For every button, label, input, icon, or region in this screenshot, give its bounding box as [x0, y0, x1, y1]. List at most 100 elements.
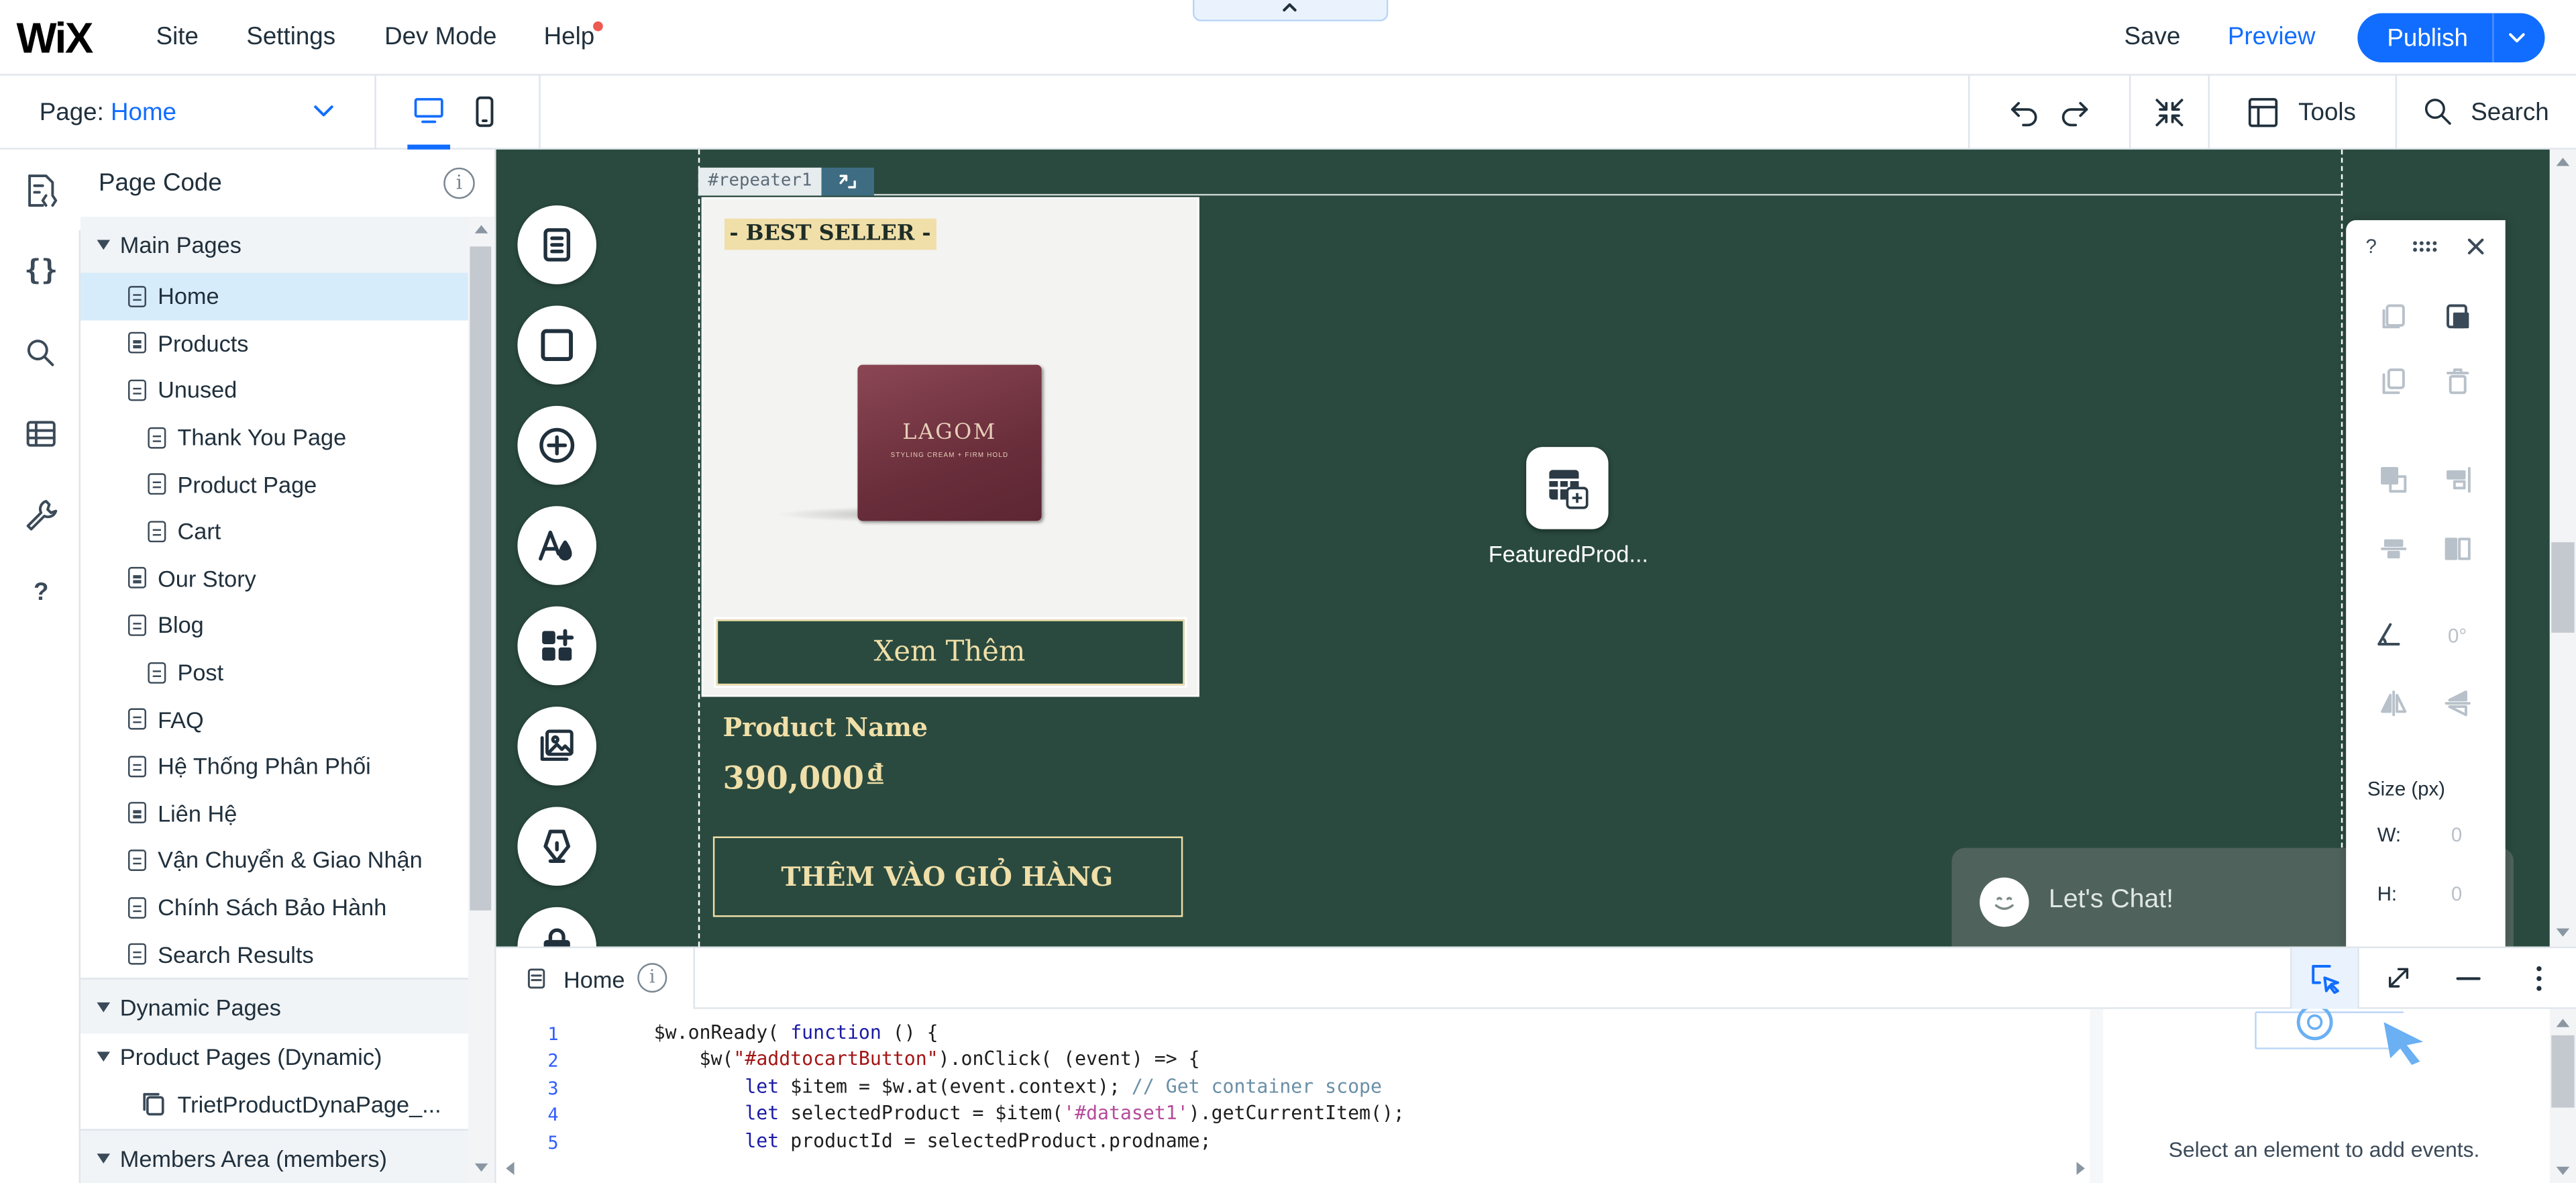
page-item[interactable]: Product Page [80, 461, 468, 508]
preview-button[interactable]: Preview [2228, 23, 2316, 51]
search-button[interactable]: Search [2423, 95, 2555, 132]
page-item[interactable]: Post [80, 649, 468, 696]
distribute-icon[interactable] [2379, 534, 2408, 564]
width-input[interactable]: 0 [2451, 823, 2462, 846]
background-button[interactable] [517, 305, 596, 385]
page-item[interactable]: Thank You Page [80, 414, 468, 461]
repeater-connect-icon[interactable] [822, 167, 875, 196]
database-icon[interactable] [23, 416, 59, 452]
app-market-button[interactable] [517, 606, 596, 686]
theme-manager-button[interactable] [517, 506, 596, 585]
product-image-card[interactable]: - BEST SELLER - LAGOM STYLING CREAM + FI… [701, 197, 1199, 697]
mobile-view-button[interactable] [470, 76, 499, 150]
blog-button[interactable] [517, 807, 596, 886]
code-braces-icon[interactable]: {} [23, 253, 59, 289]
page-item[interactable]: Our Story [80, 555, 468, 602]
add-element-button[interactable] [517, 405, 596, 485]
undo-icon[interactable] [2009, 97, 2041, 128]
page-item[interactable]: Hệ Thống Phân Phối [80, 743, 468, 790]
page-item[interactable]: FAQ [80, 696, 468, 743]
copy-icon[interactable] [2379, 301, 2408, 330]
code-hscroll-left-arrow[interactable] [506, 1162, 515, 1176]
delete-icon[interactable] [2443, 366, 2473, 396]
align-right-icon[interactable] [2443, 465, 2473, 495]
flip-horizontal-icon[interactable] [2379, 688, 2408, 718]
chevron-down-icon[interactable] [2507, 32, 2526, 45]
expand-icon[interactable] [2387, 966, 2410, 989]
help-question-icon[interactable]: ? [23, 575, 59, 611]
dataset-element[interactable] [1526, 447, 1609, 529]
scroll-down-arrow[interactable] [2556, 1166, 2570, 1176]
desktop-view-button[interactable] [407, 76, 451, 150]
scroll-down-arrow[interactable] [2556, 928, 2570, 937]
scroll-thumb[interactable] [2551, 1035, 2575, 1108]
menu-settings[interactable]: Settings [246, 23, 335, 51]
subsection-product-pages-dynamic[interactable]: Product Pages (Dynamic) [80, 1033, 468, 1080]
code-editor[interactable]: 1 2 3 4 5 $w.onReady( function () { $w("… [496, 1009, 2576, 1183]
collapse-topbar-tab[interactable] [1192, 0, 1389, 21]
page-item[interactable]: Home [80, 272, 468, 320]
wix-logo[interactable]: WiX [16, 13, 93, 64]
save-button[interactable]: Save [2125, 23, 2181, 51]
scroll-up-arrow[interactable] [474, 225, 488, 234]
page-item[interactable]: Vận Chuyển & Giao Nhận [80, 837, 468, 884]
flip-vertical-icon[interactable] [2443, 688, 2473, 718]
scroll-down-arrow[interactable] [474, 1163, 488, 1172]
menu-help[interactable]: Help [544, 23, 595, 51]
product-box-brand: LAGOM [902, 420, 997, 446]
help-icon[interactable]: ? [2366, 235, 2377, 258]
match-size-icon[interactable] [2443, 534, 2473, 564]
arrange-forward-icon[interactable] [2379, 465, 2408, 495]
page-item[interactable]: Blog [80, 602, 468, 649]
page-selector[interactable]: Page: Home [40, 99, 339, 132]
tools-button[interactable]: Tools [2247, 95, 2379, 132]
scroll-up-arrow[interactable] [2556, 158, 2570, 166]
paste-icon[interactable] [2443, 301, 2473, 330]
menu-site[interactable]: Site [156, 23, 199, 51]
publish-button[interactable]: Publish [2387, 25, 2467, 53]
rotation-value[interactable]: 0° [2448, 625, 2467, 648]
xem-them-button[interactable]: Xem Thêm [716, 619, 1185, 686]
canvas-scrollbar[interactable] [2549, 149, 2576, 947]
code-vscroll[interactable] [2549, 1009, 2576, 1183]
code-tab-info-icon[interactable]: i [637, 963, 667, 993]
pages-scrollbar[interactable] [468, 217, 495, 1183]
code-tab-home[interactable]: Home i [496, 948, 695, 1009]
page-item[interactable]: Chính Sách Bảo Hành [80, 884, 468, 931]
dataset-icon [1549, 470, 1589, 509]
height-input[interactable]: 0 [2451, 882, 2462, 905]
scroll-up-arrow[interactable] [2556, 1019, 2570, 1027]
duplicate-icon[interactable] [2379, 366, 2408, 396]
close-icon[interactable] [2467, 238, 2484, 255]
zoom-out-icon[interactable] [2154, 97, 2186, 128]
editor-canvas[interactable]: #repeater1 - BEST SELLER - LAGOM STYLING… [496, 149, 2550, 947]
page-item-triet-product-dyna[interactable]: TrietProductDynaPage_... [80, 1080, 468, 1129]
search-code-icon[interactable] [23, 336, 59, 372]
code-panel-more-icon[interactable] [2536, 966, 2543, 992]
properties-panel-toggle[interactable] [2290, 948, 2359, 1009]
section-main-pages[interactable]: Main Pages [80, 217, 468, 273]
code-hscroll-right-arrow[interactable] [2076, 1162, 2085, 1176]
panel-info-icon[interactable]: i [443, 167, 475, 199]
page-item[interactable]: Products [80, 320, 468, 367]
section-dynamic-pages[interactable]: Dynamic Pages [80, 978, 468, 1034]
menu-dev-mode[interactable]: Dev Mode [384, 23, 496, 51]
add-to-cart-button[interactable]: THÊM VÀO GIỎ HÀNG [712, 836, 1183, 917]
minimize-icon[interactable] [2456, 966, 2481, 991]
repeater-tag[interactable]: #repeater1 [698, 167, 875, 196]
scroll-thumb[interactable] [2551, 542, 2575, 633]
wrench-icon[interactable] [23, 497, 59, 533]
store-button[interactable] [517, 907, 596, 947]
media-button[interactable] [517, 707, 596, 786]
page-item[interactable]: Liên Hệ [80, 790, 468, 837]
page-item[interactable]: Search Results [80, 931, 468, 978]
pages-menu-button[interactable] [517, 205, 596, 285]
drag-handle-icon[interactable] [2412, 240, 2438, 254]
page-item[interactable]: Cart [80, 508, 468, 555]
redo-icon[interactable] [2059, 97, 2090, 128]
page-code-icon[interactable] [23, 172, 59, 209]
scroll-thumb[interactable] [470, 246, 492, 911]
page-item[interactable]: Unused [80, 367, 468, 414]
section-members-area[interactable]: Members Area (members) [80, 1129, 468, 1183]
rotate-angle-icon[interactable] [2374, 619, 2404, 649]
